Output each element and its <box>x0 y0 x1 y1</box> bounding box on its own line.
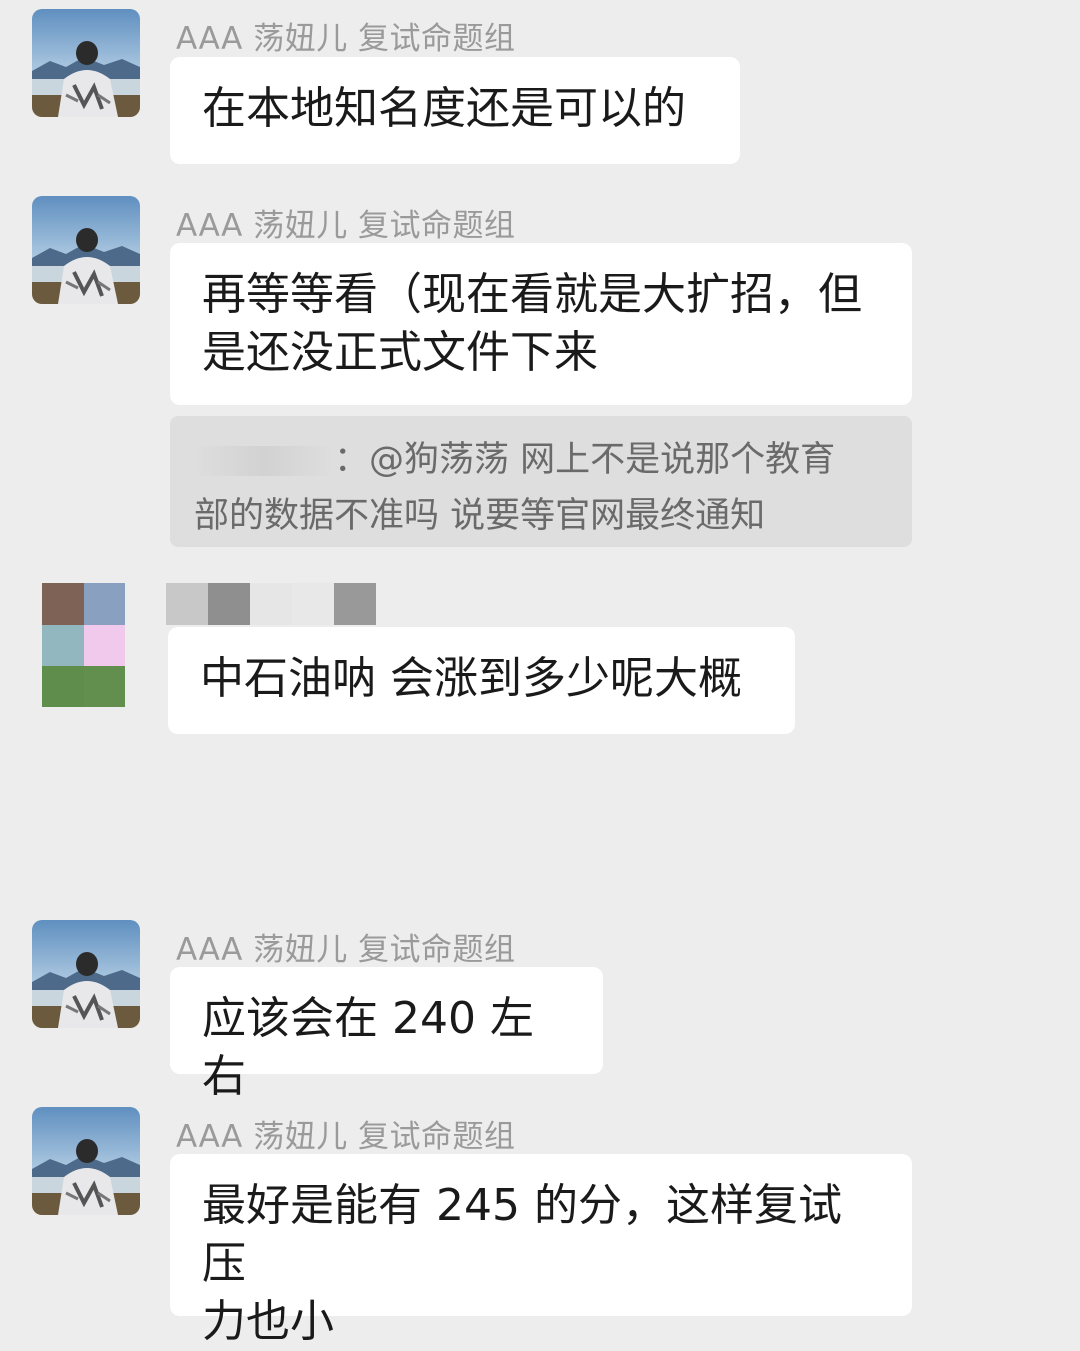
quote-text-2: 部的数据不准吗 说要等官网最终通知 <box>194 496 766 536</box>
message-text-line-2: 力也小 <box>202 1296 334 1347</box>
message-bubble[interactable]: 中石油呐 会涨到多少呢大概 <box>168 627 795 734</box>
message-bubble[interactable]: 再等等看（现在看就是大扩招，但 是还没正式文件下来 <box>170 243 912 405</box>
person-landscape-avatar-icon <box>32 196 140 304</box>
blurred-quote-author <box>194 446 334 476</box>
message-text-line-1: 最好是能有 245 的分，这样复试压 <box>202 1180 842 1289</box>
message-text: 中石油呐 会涨到多少呢大概 <box>200 653 742 704</box>
message-text: 在本地知名度还是可以的 <box>202 83 686 134</box>
message-bubble[interactable]: 最好是能有 245 的分，这样复试压 力也小 <box>170 1154 912 1347</box>
quoted-message[interactable]: ：@狗荡荡 网上不是说那个教育 部的数据不准吗 说要等官网最终通知 <box>170 416 912 547</box>
person-landscape-avatar-icon <box>32 9 140 117</box>
avatar-icon[interactable] <box>32 196 140 304</box>
sender-name: AAA 荡妞儿 复试命题组 <box>176 21 516 57</box>
quote-line-1: ：@狗荡荡 网上不是说那个教育 <box>194 432 888 488</box>
pixelated-sender-name <box>166 583 376 625</box>
quote-prefix: ： <box>334 440 370 480</box>
person-landscape-avatar-icon <box>32 1107 140 1215</box>
message-text-line-1: 再等等看（现在看就是大扩招，但 <box>202 269 862 320</box>
message-text-line-2: 是还没正式文件下来 <box>202 327 598 378</box>
sender-name: AAA 荡妞儿 复试命题组 <box>176 932 516 968</box>
person-landscape-avatar-icon <box>32 920 140 1028</box>
message-bubble[interactable]: 在本地知名度还是可以的 <box>170 57 740 164</box>
avatar-icon[interactable] <box>32 9 140 117</box>
message-text: 应该会在 240 左右 <box>202 993 534 1102</box>
sender-name: AAA 荡妞儿 复试命题组 <box>176 208 516 244</box>
avatar-icon[interactable] <box>32 920 140 1028</box>
pixelated-avatar-icon[interactable] <box>42 583 125 707</box>
sender-name: AAA 荡妞儿 复试命题组 <box>176 1119 516 1155</box>
message-bubble[interactable]: 应该会在 240 左右 <box>170 967 603 1102</box>
quote-text-1: @狗荡荡 网上不是说那个教育 <box>369 440 836 480</box>
avatar-icon[interactable] <box>32 1107 140 1215</box>
